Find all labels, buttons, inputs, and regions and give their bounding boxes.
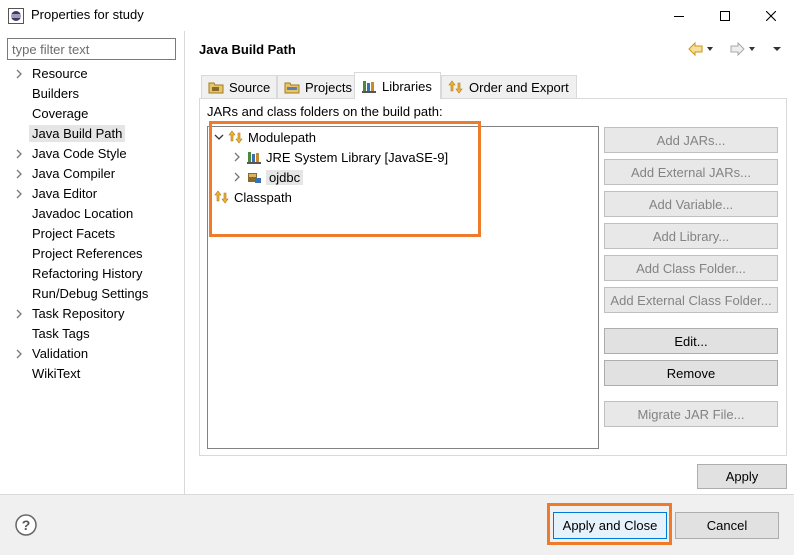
- window-title: Properties for study: [31, 7, 144, 22]
- tab-projects-label: Projects: [305, 79, 352, 95]
- help-icon[interactable]: ?: [15, 514, 37, 536]
- apply-button[interactable]: Apply: [697, 464, 787, 489]
- chevron-down-icon[interactable]: [214, 132, 224, 142]
- sidebar-item[interactable]: Java Code Style: [0, 144, 184, 164]
- back-button[interactable]: [687, 41, 717, 60]
- sidebar-item-label: Java Build Path: [29, 125, 126, 142]
- build-path-label: JARs and class folders on the build path…: [207, 104, 443, 119]
- add-external-class-folder-button[interactable]: Add External Class Folder...: [604, 287, 778, 313]
- sidebar-item-label: Validation: [32, 346, 89, 361]
- properties-nav-tree: Resource Builders Coverage Java Build Path J…: [0, 64, 184, 384]
- tab-order-and-export[interactable]: Order and Export: [441, 75, 577, 98]
- tab-projects[interactable]: Projects: [277, 75, 355, 98]
- modulepath-icon: [228, 130, 243, 144]
- sidebar-item-label: Task Repository: [32, 306, 125, 321]
- chevron-right-icon[interactable]: [15, 184, 25, 204]
- tree-node-label: JRE System Library [JavaSE-9]: [266, 149, 449, 165]
- edit-button[interactable]: Edit...: [604, 328, 778, 354]
- sidebar-item-label: Java Code Style: [32, 146, 127, 161]
- chevron-down-icon: [773, 47, 781, 51]
- maximize-icon: [720, 10, 730, 21]
- jar-icon: [248, 173, 261, 183]
- chevron-right-icon[interactable]: [232, 152, 242, 162]
- tree-node-classpath[interactable]: Classpath: [214, 187, 292, 207]
- sidebar-item[interactable]: Java Build Path: [0, 124, 184, 144]
- sidebar-item[interactable]: Resource: [0, 64, 184, 84]
- tree-node-ojdbc[interactable]: ojdbc: [232, 167, 304, 187]
- chevron-right-icon[interactable]: [15, 344, 25, 364]
- add-external-jars-button[interactable]: Add External JARs...: [604, 159, 778, 185]
- tab-order-label: Order and Export: [469, 79, 569, 95]
- sidebar-item-label: Resource: [32, 66, 88, 81]
- sidebar-item[interactable]: Refactoring History: [0, 264, 184, 284]
- source-folder-icon: [208, 82, 224, 94]
- chevron-right-icon[interactable]: [232, 172, 242, 182]
- sidebar-item[interactable]: Java Compiler: [0, 164, 184, 184]
- library-icon: [362, 81, 376, 93]
- svg-text:?: ?: [22, 517, 31, 533]
- sidebar-item[interactable]: Task Tags: [0, 324, 184, 344]
- maximize-button[interactable]: [702, 0, 748, 31]
- sidebar-item-label: Java Compiler: [32, 166, 116, 181]
- forward-button[interactable]: [729, 41, 759, 60]
- remove-button[interactable]: Remove: [604, 360, 778, 386]
- close-button[interactable]: [748, 0, 794, 31]
- sidebar-item-label: Task Tags: [32, 326, 90, 341]
- classpath-icon: [214, 190, 229, 204]
- sidebar-item-label: Java Editor: [32, 186, 98, 201]
- chevron-right-icon[interactable]: [15, 144, 25, 164]
- filter-input[interactable]: [7, 38, 176, 60]
- project-folder-icon: [284, 82, 300, 94]
- sidebar-item[interactable]: Task Repository: [0, 304, 184, 324]
- sidebar-item[interactable]: Builders: [0, 84, 184, 104]
- cancel-button[interactable]: Cancel: [675, 512, 779, 539]
- tab-libraries-label: Libraries: [382, 78, 432, 94]
- tree-node-jre-system-library[interactable]: JRE System Library [JavaSE-9]: [232, 147, 448, 167]
- forward-arrow-icon: [730, 41, 755, 57]
- page-title: Java Build Path: [199, 42, 296, 57]
- sidebar-item-label: WikiText: [32, 366, 81, 381]
- minimize-button[interactable]: [656, 0, 702, 31]
- sidebar-item-label: Builders: [32, 86, 79, 101]
- tree-node-label: Modulepath: [248, 129, 316, 145]
- chevron-right-icon[interactable]: [15, 304, 25, 324]
- sidebar-item-label: Project References: [32, 246, 143, 261]
- migrate-jar-button[interactable]: Migrate JAR File...: [604, 401, 778, 427]
- sidebar-item-label: Project Facets: [32, 226, 116, 241]
- sidebar-item[interactable]: Project Facets: [0, 224, 184, 244]
- sidebar-item[interactable]: Run/Debug Settings: [0, 284, 184, 304]
- add-variable-button[interactable]: Add Variable...: [604, 191, 778, 217]
- eclipse-app-icon: [8, 8, 24, 24]
- sidebar-item[interactable]: Java Editor: [0, 184, 184, 204]
- close-icon: [766, 10, 776, 21]
- add-jars-button[interactable]: Add JARs...: [604, 127, 778, 153]
- tab-source[interactable]: Source: [201, 75, 277, 98]
- add-library-button[interactable]: Add Library...: [604, 223, 778, 249]
- sidebar-item-label: Javadoc Location: [32, 206, 134, 221]
- minimize-icon: [674, 15, 684, 17]
- sidebar-item[interactable]: Validation: [0, 344, 184, 364]
- library-icon: [247, 152, 261, 164]
- sidebar-item[interactable]: Javadoc Location: [0, 204, 184, 224]
- tree-node-label: ojdbc: [266, 169, 304, 185]
- sidebar-item[interactable]: WikiText: [0, 364, 184, 384]
- back-arrow-icon: [688, 41, 713, 57]
- tree-node-modulepath[interactable]: Modulepath: [214, 127, 316, 147]
- view-menu-button[interactable]: [771, 41, 783, 60]
- sidebar-item-label: Run/Debug Settings: [32, 286, 149, 301]
- tab-libraries[interactable]: Libraries: [354, 72, 441, 99]
- sidebar-item[interactable]: Coverage: [0, 104, 184, 124]
- sidebar-item[interactable]: Project References: [0, 244, 184, 264]
- sidebar-item-label: Coverage: [32, 106, 89, 121]
- sidebar-item-label: Refactoring History: [32, 266, 143, 281]
- tree-node-label: Classpath: [234, 189, 292, 205]
- panel-divider[interactable]: [184, 31, 185, 494]
- add-class-folder-button[interactable]: Add Class Folder...: [604, 255, 778, 281]
- chevron-right-icon[interactable]: [15, 64, 25, 84]
- tab-source-label: Source: [229, 79, 271, 95]
- chevron-right-icon[interactable]: [15, 164, 25, 184]
- apply-and-close-button[interactable]: Apply and Close: [553, 512, 667, 539]
- order-export-icon: [448, 80, 463, 94]
